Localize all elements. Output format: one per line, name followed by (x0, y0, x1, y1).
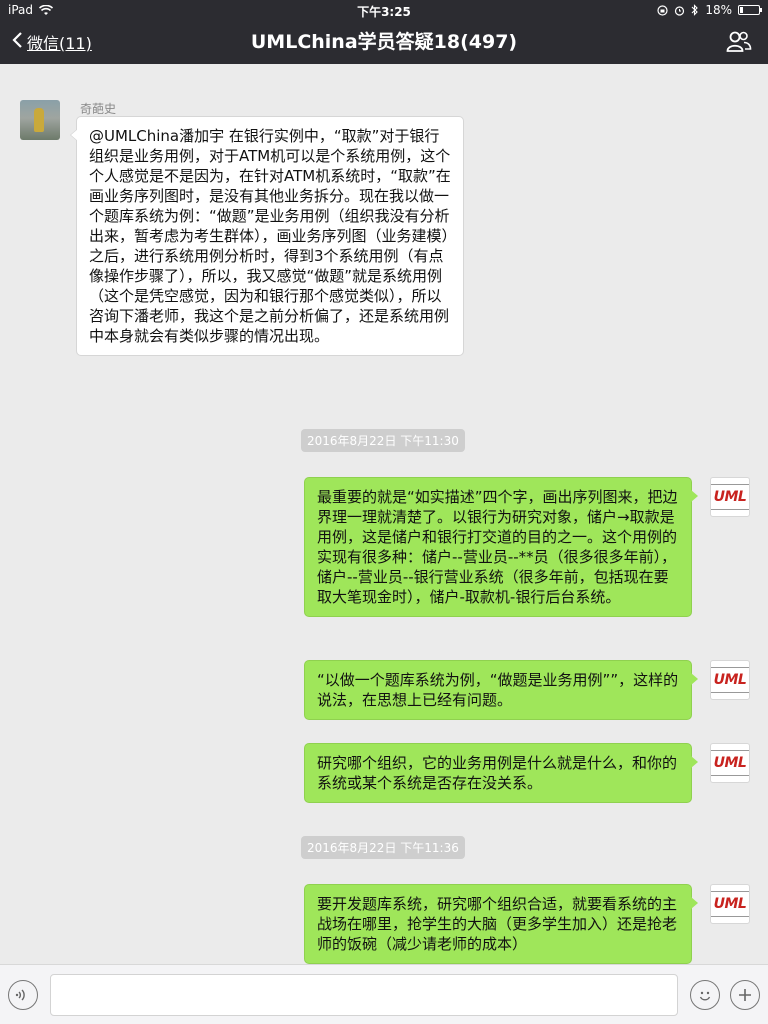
plus-icon (739, 989, 751, 1001)
uml-logo-text: UML (713, 896, 747, 912)
input-bar (0, 964, 768, 1024)
uml-logo-text: UML (713, 489, 747, 505)
uml-logo-text: UML (713, 755, 747, 771)
message-bubble[interactable]: 研究哪个组织，它的业务用例是什么就是什么，和你的系统或某个系统是否存在没关系。 (304, 743, 698, 803)
timestamp: 2016年8月22日 下午11:30 (301, 429, 465, 452)
emoji-button[interactable] (690, 980, 720, 1010)
chat-title: UMLChina学员答疑18(497) (250, 31, 518, 53)
voice-icon (15, 989, 25, 1001)
avatar-umlchina[interactable]: UML (710, 477, 750, 517)
more-button[interactable] (730, 980, 760, 1010)
voice-toggle-button[interactable] (8, 980, 38, 1010)
chat-area[interactable]: 奇葩史 @UMLChina潘加宇 在银行实例中，“取款”对于银行组织是业务用例，… (0, 64, 768, 964)
status-time: 下午3:25 (357, 5, 411, 19)
message-bubble[interactable]: “以做一个题库系统为例，“做题是业务用例””，这样的说法，在思想上已经有问题。 (304, 660, 698, 720)
message-input[interactable] (50, 974, 678, 1016)
message-bubble[interactable]: 要开发题库系统，研究哪个组织合适，就要看系统的主战场在哪里，抢学生的大脑（更多学… (304, 884, 698, 964)
message-bubble[interactable]: @UMLChina潘加宇 在银行实例中，“取款”对于银行组织是业务用例，对于AT… (70, 116, 464, 356)
nav-bar: 微信(11) UMLChina学员答疑18(497) (0, 20, 768, 64)
rotation-lock-icon (657, 4, 668, 16)
smiley-icon (699, 991, 711, 1001)
battery-icon (738, 5, 762, 15)
battery-percent: 18% (705, 3, 732, 17)
group-members-icon[interactable] (726, 30, 752, 54)
timestamp: 2016年8月22日 下午11:36 (301, 836, 465, 859)
uml-logo-text: UML (713, 672, 747, 688)
avatar-umlchina[interactable]: UML (710, 660, 750, 700)
bluetooth-icon (691, 4, 699, 16)
alarm-icon (675, 5, 685, 16)
avatar-umlchina[interactable]: UML (710, 884, 750, 924)
sender-name: 奇葩史 (80, 102, 117, 116)
avatar-sender[interactable] (20, 100, 60, 140)
status-bar: iPad 下午3:25 18% (0, 0, 768, 20)
avatar-umlchina[interactable]: UML (710, 743, 750, 783)
message-bubble[interactable]: 最重要的就是“如实描述”四个字，画出序列图来，把边界理一理就清楚了。以银行为研究… (304, 477, 698, 617)
